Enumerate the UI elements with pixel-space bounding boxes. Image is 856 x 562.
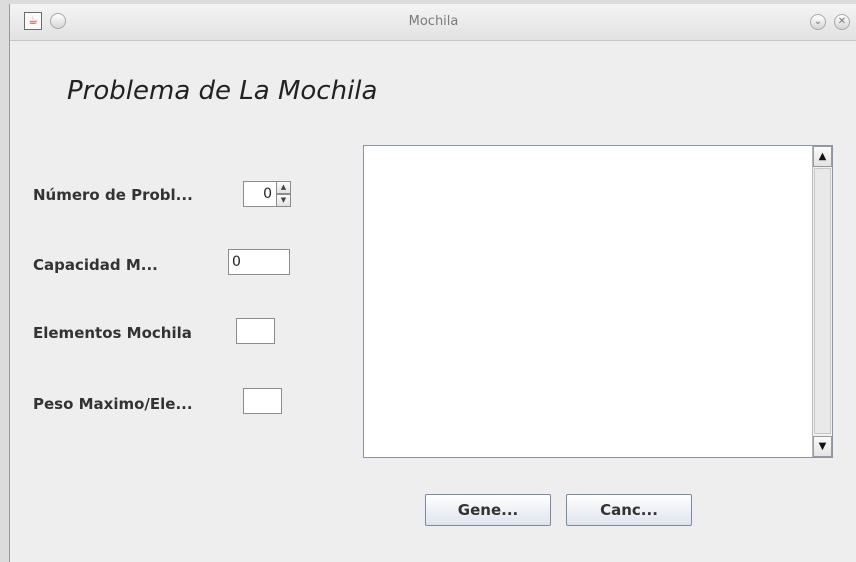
generate-button[interactable]: Gene...	[425, 494, 551, 526]
close-icon[interactable]: ✕	[834, 14, 850, 30]
page-title: Problema de La Mochila	[67, 76, 378, 106]
scroll-up-icon[interactable]: ▲	[813, 146, 832, 167]
cancel-button[interactable]: Canc...	[566, 494, 692, 526]
scroll-track[interactable]	[814, 168, 831, 434]
numero-value[interactable]: 0	[243, 181, 277, 207]
app-window: ☕ Mochila ⌄ ✕ Problema de La Mochila Núm…	[9, 4, 856, 562]
elementos-label: Elementos Mochila	[33, 324, 192, 342]
window-title: Mochila	[408, 14, 459, 29]
peso-field[interactable]	[243, 388, 282, 414]
peso-label: Peso Maximo/Ele...	[33, 395, 193, 413]
numero-spinner[interactable]: 0 ▲ ▼	[243, 181, 291, 207]
minimize-icon[interactable]: ⌄	[810, 14, 826, 30]
capacidad-label: Capacidad M...	[33, 256, 158, 274]
output-textarea[interactable]: ▲ ▼	[363, 145, 833, 458]
capacidad-field[interactable]: 0	[228, 249, 290, 275]
elementos-field[interactable]	[236, 318, 275, 344]
scroll-down-icon[interactable]: ▼	[813, 436, 832, 457]
numero-label: Número de Probl...	[33, 186, 193, 204]
title-bar[interactable]: ☕ Mochila ⌄ ✕	[10, 4, 856, 41]
spinner-up-icon[interactable]: ▲	[276, 181, 291, 194]
vertical-scrollbar[interactable]: ▲ ▼	[812, 146, 832, 457]
spinner-down-icon[interactable]: ▼	[276, 194, 291, 207]
